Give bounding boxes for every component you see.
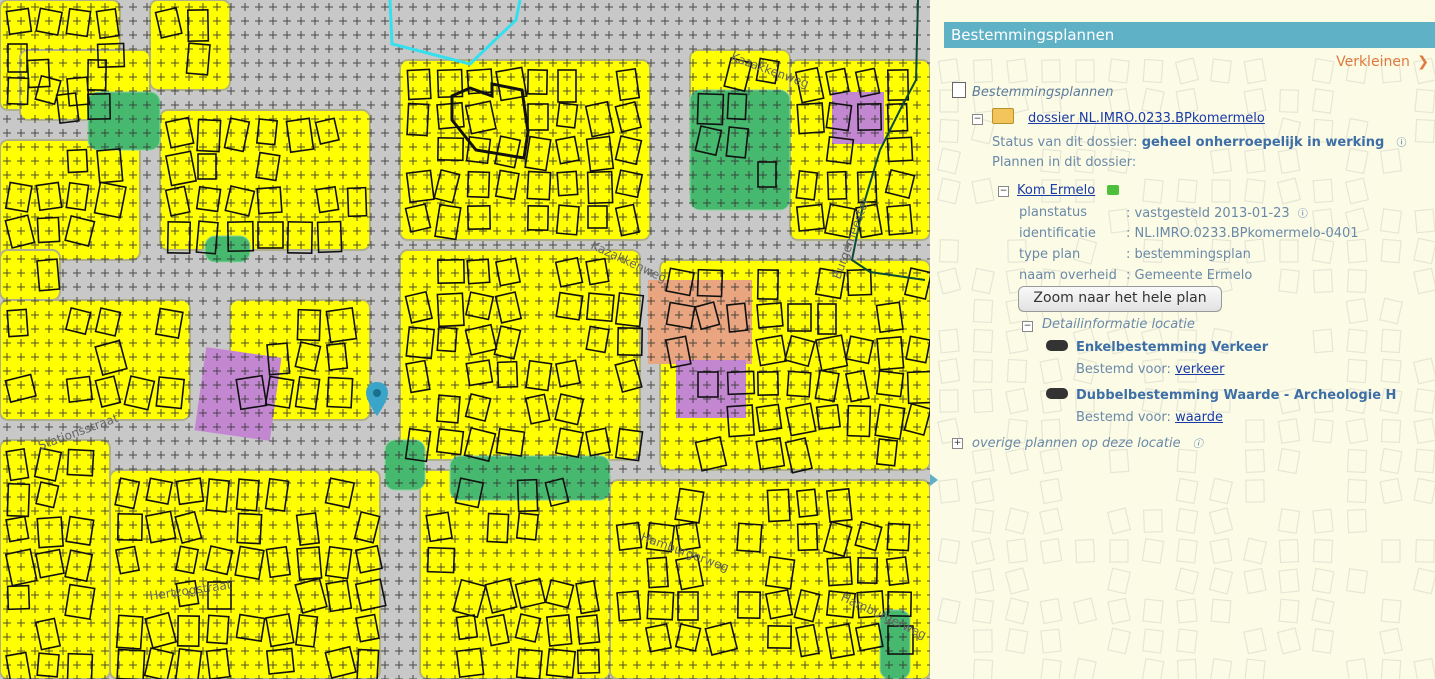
lock-icon bbox=[1107, 185, 1120, 195]
panel-title: Bestemmingsplannen bbox=[944, 22, 1435, 48]
bestemd-label: Bestemd voor: bbox=[1076, 410, 1176, 425]
zoom-plan-button[interactable]: Zoom naar het hele plan bbox=[1018, 286, 1222, 312]
expand-other-toggle[interactable]: + bbox=[952, 438, 963, 449]
tree-root[interactable]: Bestemmingsplannen bbox=[952, 82, 1114, 100]
binoculars-icon bbox=[1046, 388, 1068, 399]
plan-node[interactable]: Kom Ermelo bbox=[1017, 183, 1120, 198]
field-value: : NL.IMRO.0233.BPkomermelo-0401 bbox=[1126, 226, 1359, 241]
field-key: type plan bbox=[1019, 247, 1081, 262]
location-pin-icon[interactable] bbox=[366, 382, 388, 416]
info-panel: Bestemmingsplannen Verkleinen ❯ Bestemmi… bbox=[930, 0, 1435, 679]
detail-item-title[interactable]: Dubbelbestemming Waarde - Archeologie H bbox=[1046, 388, 1396, 403]
shrink-label[interactable]: Verkleinen bbox=[1336, 54, 1410, 70]
map-view[interactable]: Kazakkenweg Hamburgerweg Hamburgerweg Hertz… bbox=[0, 0, 930, 679]
bestemd-link[interactable]: verkeer bbox=[1175, 362, 1224, 377]
field-value: : Gemeente Ermelo bbox=[1126, 268, 1253, 283]
status-row: Status van dit dossier: geheel onherroep… bbox=[992, 134, 1406, 150]
plan-link[interactable]: Kom Ermelo bbox=[1017, 183, 1095, 198]
bestemd-row: Bestemd voor: verkeer bbox=[1076, 362, 1225, 377]
binoculars-icon bbox=[1046, 340, 1068, 351]
folder-icon bbox=[992, 108, 1014, 124]
shrink-button[interactable]: Verkleinen ❯ bbox=[1336, 54, 1429, 70]
bestemd-link[interactable]: waarde bbox=[1175, 410, 1223, 425]
dossier-link[interactable]: dossier NL.IMRO.0233.BPkomermelo bbox=[1028, 111, 1265, 126]
info-icon[interactable]: ⓘ bbox=[1396, 134, 1406, 149]
field-key: naam overheid bbox=[1019, 268, 1117, 283]
status-label: Status van dit dossier: bbox=[992, 135, 1138, 150]
detail-item-label[interactable]: Dubbelbestemming Waarde - Archeologie H bbox=[1076, 388, 1396, 403]
map-canvas[interactable]: KazakkenwegHamburgerwegHamburgerwegHertz… bbox=[0, 0, 930, 679]
bestemd-row: Bestemd voor: waarde bbox=[1076, 410, 1223, 425]
plans-label: Plannen in dit dossier: bbox=[992, 155, 1137, 170]
tree-root-label: Bestemmingsplannen bbox=[972, 85, 1114, 100]
collapse-dossier-toggle[interactable]: − bbox=[972, 114, 983, 125]
bestemd-label: Bestemd voor: bbox=[1076, 362, 1176, 377]
field-key: planstatus bbox=[1019, 205, 1088, 220]
other-plans-row[interactable]: overige plannen op deze locatie ⓘ bbox=[972, 435, 1203, 451]
expand-arrow-icon[interactable] bbox=[930, 474, 938, 486]
detail-item-title[interactable]: Enkelbestemming Verkeer bbox=[1046, 340, 1268, 355]
field-value: : vastgesteld 2013-01-23 ⓘ bbox=[1126, 205, 1308, 221]
field-value: : bestemmingsplan bbox=[1126, 247, 1251, 262]
document-icon bbox=[952, 82, 966, 98]
status-value: geheel onherroepelijk in werking bbox=[1141, 135, 1385, 150]
other-plans-label[interactable]: overige plannen op deze locatie bbox=[972, 436, 1181, 451]
collapse-plan-toggle[interactable]: − bbox=[998, 186, 1009, 197]
detail-label: Detailinformatie locatie bbox=[1042, 317, 1195, 332]
collapse-detail-toggle[interactable]: − bbox=[1022, 321, 1033, 332]
chevron-right-icon: ❯ bbox=[1417, 54, 1429, 70]
dossier-node[interactable]: dossier NL.IMRO.0233.BPkomermelo bbox=[992, 108, 1265, 126]
info-icon[interactable]: ⓘ bbox=[1193, 435, 1203, 450]
info-icon[interactable]: ⓘ bbox=[1298, 205, 1308, 220]
field-key: identificatie bbox=[1019, 226, 1096, 241]
detail-item-label[interactable]: Enkelbestemming Verkeer bbox=[1076, 340, 1268, 355]
